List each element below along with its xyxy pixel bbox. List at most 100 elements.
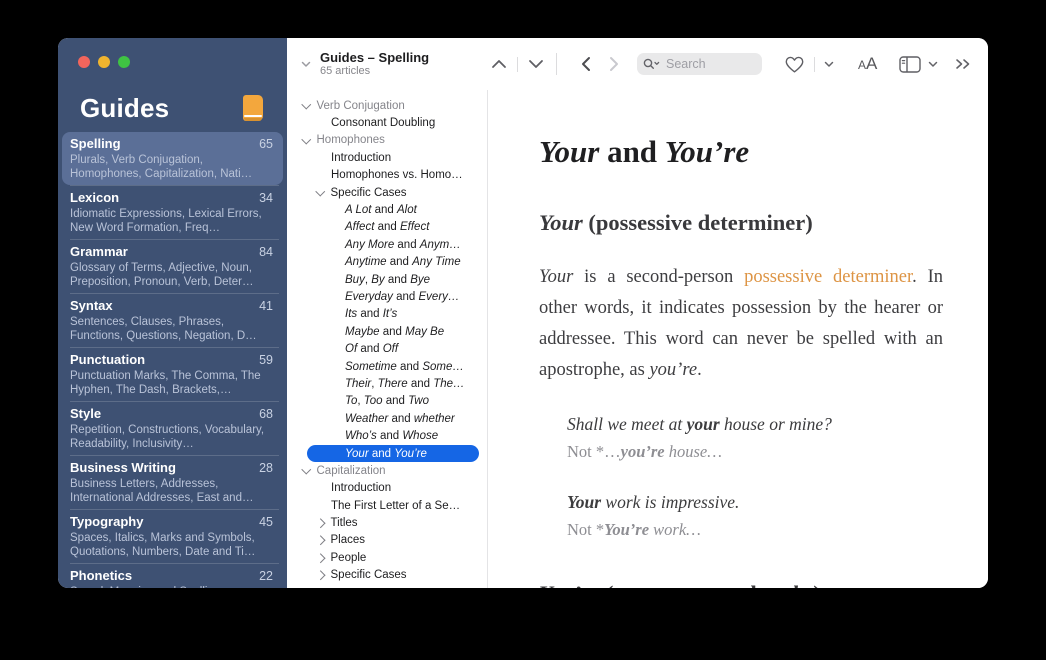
text-segment: Consonant Doubling [331,117,436,130]
inline-link[interactable]: possessive determiner [744,267,912,287]
overflow-button[interactable] [955,58,972,70]
tree-item[interactable]: Capitalization [287,462,487,479]
chevron-right-icon[interactable] [315,570,325,580]
history-group [581,56,619,72]
text-segment: and [388,412,414,425]
chevron-down-icon[interactable] [301,134,311,144]
sidebar-item-punctuation[interactable]: Punctuation 59 Punctuation Marks, The Co… [62,348,283,401]
tree-item[interactable]: Affect and Effect [287,219,487,236]
tree-item[interactable]: Consonant Doubling [287,114,487,131]
text-size-button[interactable]: AA [858,54,877,74]
pane-title: Guides – Spelling [320,50,430,65]
sidebar-item-syntax[interactable]: Syntax 41 Sentences, Clauses, Phrases, F… [62,294,283,347]
favorite-menu-button[interactable] [824,61,834,68]
sidebar-item-grammar[interactable]: Grammar 84 Glossary of Terms, Adjective,… [62,240,283,293]
chevron-down-icon[interactable] [301,464,311,474]
text-segment: and [382,395,409,408]
tree-item[interactable]: Any More and Anym… [287,236,487,253]
panel-group [899,55,938,73]
tree-item[interactable]: Buy, By and Bye [287,271,487,288]
tree-item[interactable]: Anytime and Any Time [287,254,487,271]
sidebar-item-row: Spelling 65 [70,135,273,152]
tree-item-label: Titles [331,517,358,529]
article-paragraph: Your is a second-person possessive deter… [539,262,943,386]
tree-item[interactable]: Its and It’s [287,306,487,323]
sidebar-item-business-writing[interactable]: Business Writing 28 Business Letters, Ad… [62,456,283,509]
sidebar-item-label: Syntax [70,298,113,313]
sidebar-item-subtitle: Idiomatic Expressions, Lexical Errors, N… [70,208,262,234]
chevron-down-icon [529,60,543,68]
divider [556,53,557,75]
example-line-good: Your work is impressive. [567,490,943,515]
tree-item[interactable]: A Lot and Alot [287,201,487,218]
minimize-button[interactable] [98,56,110,68]
text-segment: Shall we meet at [567,413,687,434]
tree-item[interactable]: Specific Cases [287,567,487,584]
forward-button[interactable] [609,56,619,72]
pane-titles: Guides – Spelling 65 articles [320,50,429,78]
tree-item[interactable]: Introduction [287,149,487,166]
back-button[interactable] [581,56,591,72]
sidebar-item-phonetics[interactable]: Phonetics 22 Sound, Meaning and Spelling… [62,564,283,588]
zoom-button[interactable] [118,56,130,68]
tree-item[interactable]: Specific Cases [287,184,487,201]
tree-item[interactable]: Of and Off [287,340,487,357]
text-segment: Bye [410,273,431,286]
chevron-down-icon [301,61,311,67]
next-article-button[interactable] [528,59,544,69]
tree-item[interactable]: Places [287,532,487,549]
tree-item[interactable]: Verb Conjugation [287,97,487,114]
text-segment: and [368,447,395,460]
sidebar-item-row: Syntax 41 [70,297,273,314]
search-field[interactable] [637,53,762,75]
tree-item[interactable]: Everyday and Every… [287,288,487,305]
chevron-down-icon[interactable] [301,99,311,109]
tree-item[interactable]: Homophones [287,132,487,149]
tree-item[interactable]: The First Letter of a Se… [287,497,487,514]
chevron-right-icon[interactable] [315,518,325,528]
text-segment: To [345,395,358,408]
tree-item-label: Anytime and Any Time [345,256,461,268]
sidebar-item-typography[interactable]: Typography 45 Spaces, Italics, Marks and… [62,510,283,563]
text-segment: You’re [664,134,750,169]
tree-item[interactable]: Your and You’re [307,444,479,463]
tree-item[interactable]: Weather and whether [287,410,487,427]
sidebar-item-lexicon[interactable]: Lexicon 34 Idiomatic Expressions, Lexica… [62,186,283,239]
text-segment: Off [382,343,399,356]
tree-item[interactable]: People [287,549,487,566]
text-segment: . [697,359,702,380]
sidebar-item-style[interactable]: Style 68 Repetition, Constructions, Voca… [62,402,283,455]
text-segment: you’re [620,442,665,462]
tree-item[interactable]: Sometime and Some… [287,358,487,375]
text-segment: Affect [345,221,375,234]
sidebar-item-spelling[interactable]: Spelling 65 Plurals, Verb Conjugation, H… [62,132,283,185]
chevron-right-icon[interactable] [315,535,325,546]
chevron-right-icon[interactable] [315,553,325,563]
text-segment: Verb Conjugation [316,99,405,112]
text-segment: Places [330,534,366,547]
text-segment: Weather [345,412,389,425]
panel-menu-button[interactable] [928,61,938,68]
text-segment: your [686,413,720,434]
sidebar-item-row: Lexicon 34 [70,189,273,206]
search-icon [643,58,660,70]
pane-collapse-button[interactable] [301,61,311,68]
tree-item[interactable]: Who’s and Whose [287,427,487,444]
search-input[interactable] [664,56,748,72]
tree-item[interactable]: Their, There and The… [287,375,487,392]
close-button[interactable] [78,56,90,68]
tree-item[interactable]: To, Too and Two [287,393,487,410]
chevron-down-icon[interactable] [315,186,325,196]
text-segment: work… [649,520,701,540]
text-segment: you’re [649,359,698,380]
panel-layout-button[interactable] [899,55,922,73]
tree-item[interactable]: Maybe and May Be [287,323,487,340]
text-segment: and [357,343,383,356]
tree-item[interactable]: Titles [287,514,487,531]
favorite-button[interactable] [784,55,805,74]
tree-item[interactable]: Homophones vs. Homo… [287,167,487,184]
previous-article-button[interactable] [491,59,507,69]
tree-item[interactable]: Introduction [287,480,487,497]
text-segment: (possessive determiner) [582,209,813,235]
text-segment: and [376,430,403,443]
